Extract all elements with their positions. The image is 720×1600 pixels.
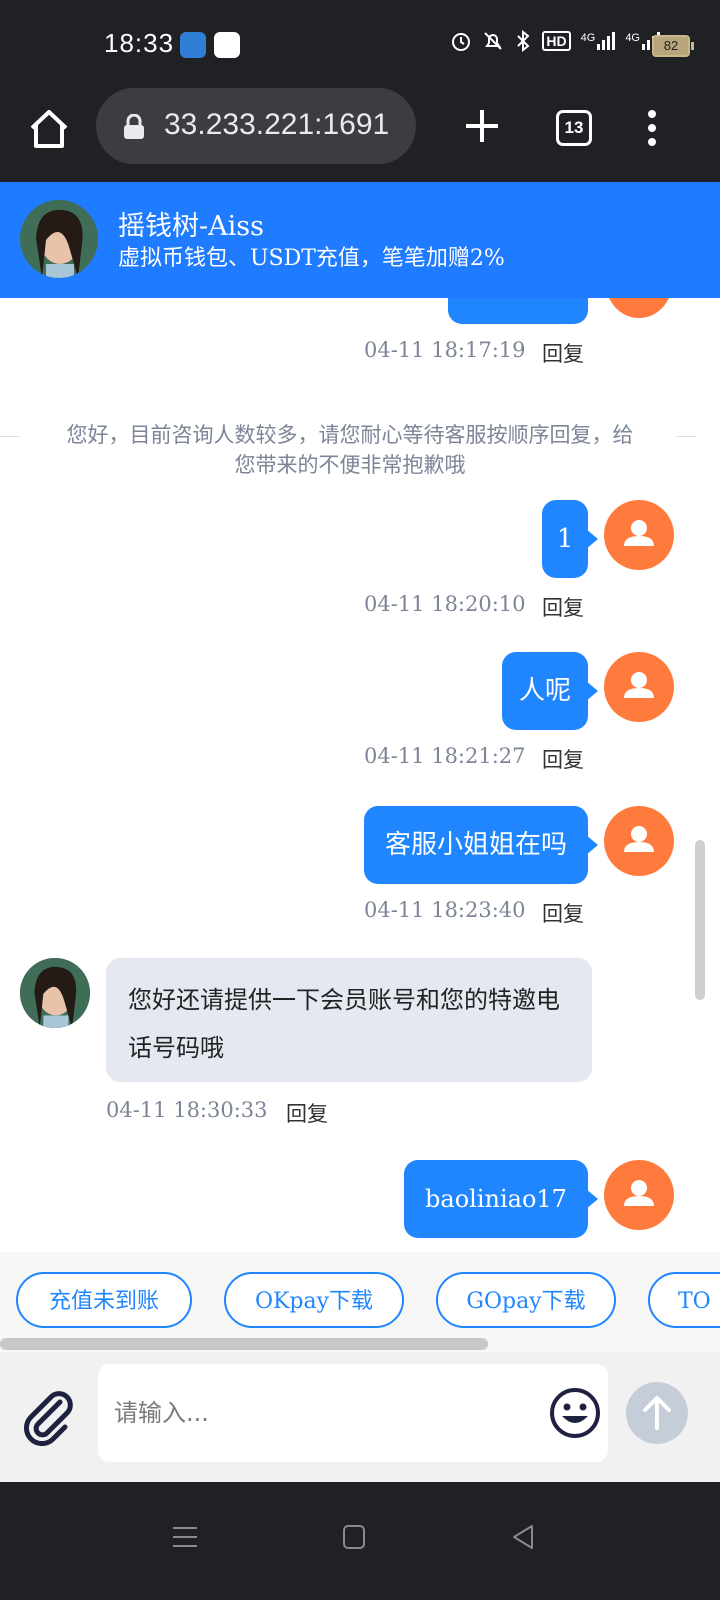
quick-reply-button[interactable]: OKpay下载 [224, 1272, 404, 1328]
reply-link[interactable]: 回复 [542, 338, 584, 368]
arrow-up-icon [643, 1396, 671, 1430]
app-notification-icon [180, 32, 206, 58]
user-icon [624, 520, 654, 546]
signal-icon-1: 4G [581, 32, 616, 50]
network-label-1: 4G [580, 32, 596, 44]
home-nav-icon[interactable] [342, 1524, 366, 1550]
more-menu-icon[interactable] [644, 108, 660, 148]
message-input-box[interactable] [98, 1364, 608, 1462]
url-text: 33.233.221:1691 [164, 108, 390, 141]
user-avatar [604, 806, 674, 876]
agent-avatar [20, 200, 98, 278]
message-time: 04-11 18:17:19 [364, 338, 526, 362]
user-icon [624, 672, 654, 698]
user-avatar [604, 652, 674, 722]
user-avatar [606, 298, 672, 318]
battery-indicator: 82 [652, 35, 694, 57]
message-bubble-out [448, 298, 588, 324]
quick-reply-button[interactable]: TO [648, 1272, 720, 1328]
tab-switcher-button[interactable]: 13 [556, 110, 592, 146]
quick-reply-button[interactable]: 充值未到账 [16, 1272, 192, 1328]
agent-avatar [20, 958, 90, 1028]
message-time: 04-11 18:30:33 [106, 1098, 268, 1122]
notice-divider-right [676, 436, 696, 437]
app-notification-icon-2 [214, 32, 240, 58]
user-avatar [604, 500, 674, 570]
status-time: 18:33 [104, 28, 175, 58]
message-input[interactable] [112, 1392, 536, 1434]
system-nav-bar [0, 1482, 720, 1600]
alarm-icon [452, 33, 471, 51]
quick-reply-scrollbar[interactable] [0, 1338, 488, 1350]
quick-reply-button[interactable]: GOpay下载 [436, 1272, 616, 1328]
system-notice: 您好，目前咨询人数较多，请您耐心等待客服按顺序回复，给您带来的不便非常抱歉哦 [66, 423, 634, 477]
message-bubble-out: 1 [542, 500, 598, 578]
reply-link[interactable]: 回复 [542, 744, 584, 774]
chat-header: 摇钱树-Aiss 虚拟币钱包、USDT充值，笔笔加赠2% [0, 182, 720, 298]
emoji-icon[interactable] [548, 1386, 602, 1440]
message-time: 04-11 18:20:10 [364, 592, 526, 616]
browser-toolbar: 33.233.221:1691 13 [0, 88, 720, 182]
message-input-bar [0, 1352, 720, 1482]
chat-subtitle: 虚拟币钱包、USDT充值，笔笔加赠2% [118, 246, 505, 271]
bluetooth-icon [517, 30, 530, 52]
chat-message-list[interactable]: 04-11 18:17:19 回复 您好，目前咨询人数较多，请您耐心等待客服按顺… [0, 298, 720, 1252]
home-icon[interactable] [26, 106, 72, 152]
reply-link[interactable]: 回复 [286, 1098, 328, 1128]
network-label-2: 4G [625, 32, 640, 44]
message-bubble-in: 您好还请提供一下会员账号和您的特邀电话号码哦 [106, 958, 592, 1082]
message-time: 04-11 18:23:40 [364, 898, 526, 922]
url-bar[interactable]: 33.233.221:1691 [96, 88, 416, 164]
send-button[interactable] [626, 1382, 688, 1444]
new-tab-icon[interactable] [462, 106, 502, 146]
user-icon [624, 1180, 654, 1206]
mute-icon [484, 32, 503, 50]
status-icons: HD 4G 4G [450, 30, 660, 52]
user-icon [624, 826, 654, 852]
recent-apps-icon[interactable] [172, 1524, 198, 1550]
hd-badge: HD [542, 31, 571, 51]
reply-link[interactable]: 回复 [542, 898, 584, 928]
chat-title: 摇钱树-Aiss [118, 211, 264, 242]
notice-divider-left [0, 436, 20, 437]
reply-link[interactable]: 回复 [542, 592, 584, 622]
chat-scrollbar[interactable] [695, 840, 705, 1000]
status-bar: 18:33 HD 4G 4G 82 [0, 0, 720, 88]
quick-reply-bar: 充值未到账 OKpay下载 GOpay下载 TO [0, 1252, 720, 1352]
message-time: 04-11 18:21:27 [364, 744, 526, 768]
lock-icon [124, 114, 144, 139]
message-bubble-out: 人呢 [502, 652, 598, 730]
back-icon[interactable] [510, 1524, 536, 1550]
message-bubble-out: baoliniao17 [404, 1160, 598, 1238]
attachment-icon[interactable] [20, 1388, 78, 1446]
user-avatar [604, 1160, 674, 1230]
message-bubble-out: 客服小姐姐在吗 [364, 806, 598, 884]
